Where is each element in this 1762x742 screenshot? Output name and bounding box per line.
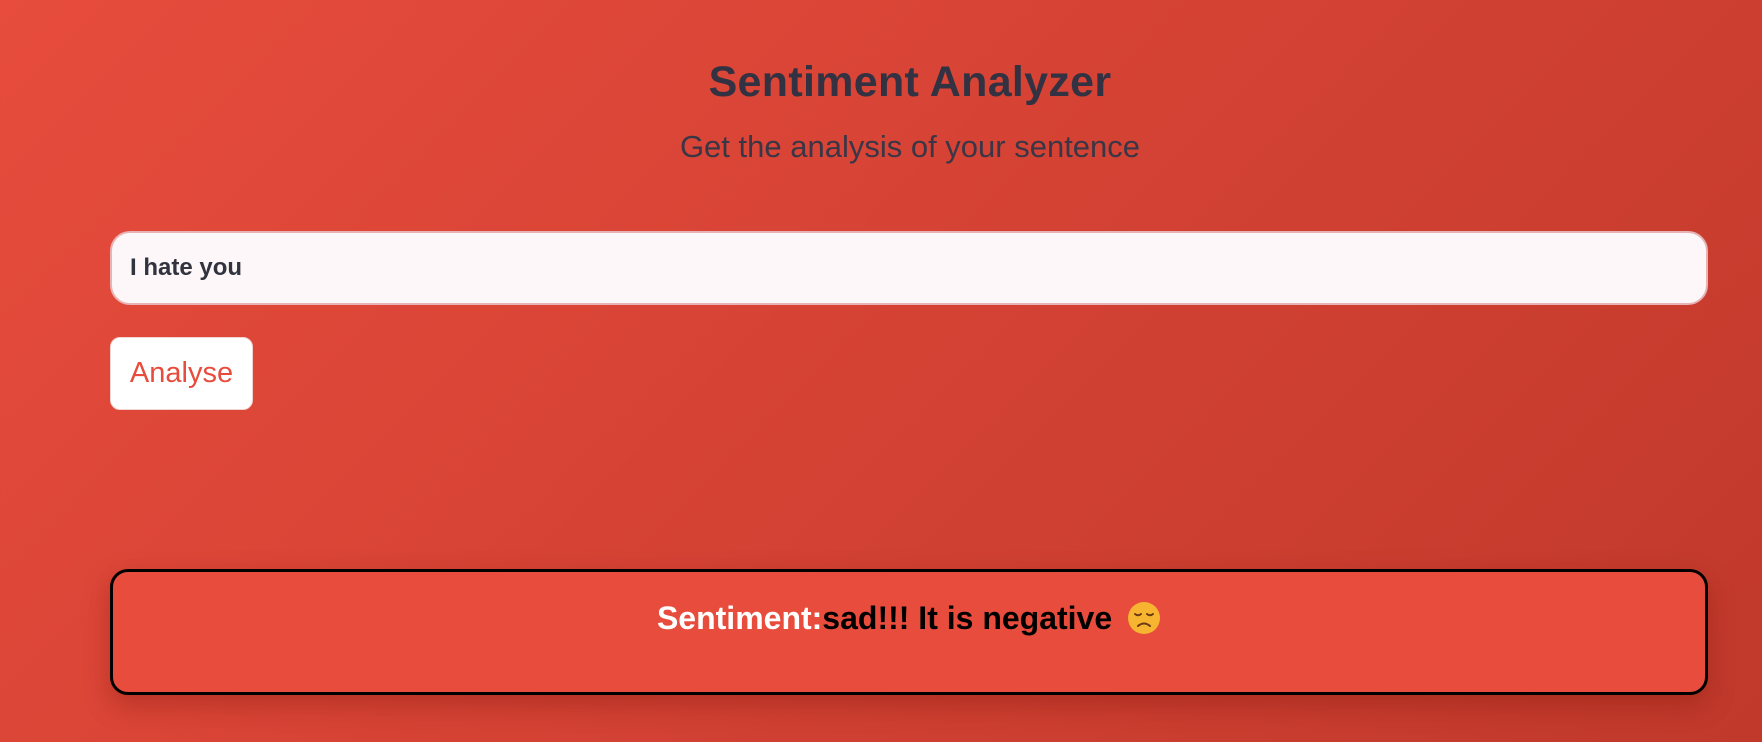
page-title: Sentiment Analyzer xyxy=(708,58,1112,106)
analyse-button[interactable]: Analyse xyxy=(110,337,253,410)
app-header: Sentiment Analyzer Get the analysis of y… xyxy=(0,58,1762,165)
result-label: Sentiment: xyxy=(656,600,823,636)
disappointed-face-icon xyxy=(1127,601,1161,635)
sentence-input[interactable] xyxy=(110,231,1708,305)
result-value: sad!!! It is negative xyxy=(822,600,1113,636)
result-panel: Sentiment:sad!!! It is negative xyxy=(110,569,1708,695)
page-subtitle: Get the analysis of your sentence xyxy=(679,129,1141,164)
